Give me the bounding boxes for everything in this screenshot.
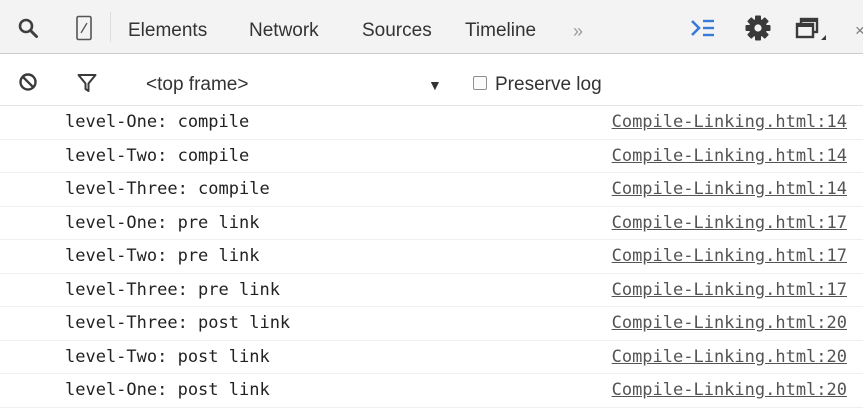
chevron-down-icon[interactable]: ▼	[428, 54, 442, 106]
console-message-text: level-Two: compile	[65, 145, 250, 166]
console-message-text: level-Three: post link	[65, 313, 291, 333]
dock-side-icon[interactable]	[795, 14, 829, 44]
console-message-text: level-Three: compile	[65, 179, 270, 199]
console-message: level-One: pre link Compile-Linking.html…	[0, 207, 863, 240]
console-message-text: level-One: compile	[65, 112, 250, 132]
gear-icon[interactable]	[744, 14, 772, 42]
console-message-source-link[interactable]: Compile-Linking.html:20	[612, 374, 847, 407]
filter-icon[interactable]	[76, 72, 98, 94]
more-tabs-button[interactable]: »	[573, 0, 583, 54]
console-message-text: level-One: post link	[65, 380, 270, 400]
console-message-source-link[interactable]: Compile-Linking.html:20	[612, 307, 847, 340]
preserve-log-checkbox[interactable]	[473, 76, 487, 90]
console-message-source-link[interactable]: Compile-Linking.html:17	[612, 274, 847, 307]
toolbar-separator	[110, 12, 111, 42]
console-message: level-Three: compile Compile-Linking.htm…	[0, 173, 863, 207]
console-message-source-link[interactable]: Compile-Linking.html:17	[612, 207, 847, 240]
devtools-window: Elements Network Sources Timeline » × <t…	[0, 0, 863, 408]
console-message: level-Two: pre link Compile-Linking.html…	[0, 240, 863, 274]
search-icon[interactable]	[16, 16, 40, 40]
console-message: level-One: post link Compile-Linking.htm…	[0, 374, 863, 408]
console-message: level-Three: post link Compile-Linking.h…	[0, 307, 863, 341]
console-message-text: level-Two: pre link	[65, 246, 260, 266]
close-icon[interactable]: ×	[855, 0, 863, 54]
console-message: level-Two: compile Compile-Linking.html:…	[0, 140, 863, 173]
console-message-source-link[interactable]: Compile-Linking.html:14	[612, 173, 847, 206]
console-message: level-Three: pre link Compile-Linking.ht…	[0, 274, 863, 307]
console-message-source-link[interactable]: Compile-Linking.html:17	[612, 240, 847, 273]
console-message-text: level-Two: post link	[65, 346, 270, 367]
console-message-text: level-One: pre link	[65, 212, 260, 233]
devtools-toolbar: Elements Network Sources Timeline » ×	[0, 0, 863, 54]
preserve-log-label[interactable]: Preserve log	[495, 54, 602, 106]
console-message-source-link[interactable]: Compile-Linking.html:14	[612, 106, 847, 139]
console-message: level-One: compile Compile-Linking.html:…	[0, 106, 863, 140]
tab-network[interactable]: Network	[249, 0, 319, 54]
device-mode-icon[interactable]	[74, 14, 94, 42]
tab-timeline[interactable]: Timeline	[465, 0, 536, 54]
tab-sources[interactable]: Sources	[362, 0, 432, 54]
console-message-source-link[interactable]: Compile-Linking.html:14	[612, 140, 847, 173]
clear-console-icon[interactable]	[18, 72, 38, 92]
console-messages: level-One: compile Compile-Linking.html:…	[0, 106, 863, 408]
console-message-text: level-Three: pre link	[65, 279, 280, 300]
console-drawer-icon[interactable]	[690, 16, 716, 40]
console-message-source-link[interactable]: Compile-Linking.html:20	[612, 341, 847, 374]
frame-context-select[interactable]: <top frame>	[146, 54, 248, 106]
console-message: level-Two: post link Compile-Linking.htm…	[0, 341, 863, 374]
tab-elements[interactable]: Elements	[128, 0, 207, 54]
